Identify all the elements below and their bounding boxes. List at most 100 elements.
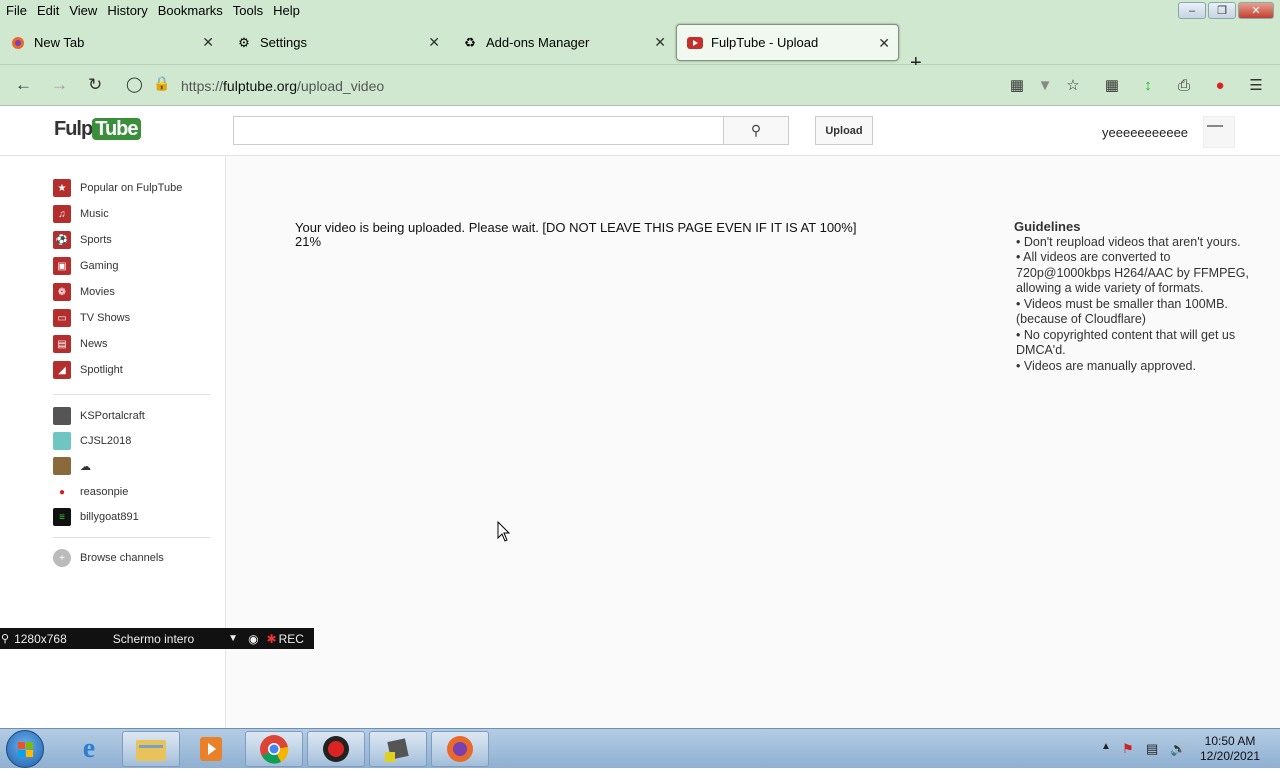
pocket-icon[interactable]: ▼ <box>1036 76 1054 94</box>
plus-icon: + <box>53 549 71 567</box>
fulptube-favicon <box>687 35 703 51</box>
menu-bookmarks[interactable]: Bookmarks <box>158 3 223 18</box>
close-tab-icon[interactable]: ✕ <box>428 34 440 51</box>
close-tab-icon[interactable]: ✕ <box>654 34 666 51</box>
taskbar-media-player[interactable] <box>182 731 240 767</box>
recorder-resolution[interactable]: 1280x768 <box>14 632 67 646</box>
sidebar-item-music[interactable]: ♫ Music <box>53 205 109 223</box>
taskbar-chrome[interactable] <box>245 731 303 767</box>
upload-status: Your video is being uploaded. Please wai… <box>295 221 856 249</box>
sidebar-channel-unnamed[interactable]: ☁ <box>53 457 91 475</box>
channel-avatar <box>53 432 71 450</box>
menu-tools[interactable]: Tools <box>233 3 263 18</box>
taskbar-firefox[interactable] <box>431 731 489 767</box>
taskbar-explorer[interactable] <box>122 731 180 767</box>
gamepad-icon: ▣ <box>53 257 71 275</box>
sidebar-item-sports[interactable]: ⚽ Sports <box>53 231 112 249</box>
logo-text-a: Fulp <box>54 118 93 140</box>
sidebar-item-spotlight[interactable]: ◢ Spotlight <box>53 361 123 379</box>
guidelines-list: Don't reupload videos that aren't yours.… <box>1014 235 1264 375</box>
close-tab-icon[interactable]: ✕ <box>202 34 214 51</box>
tab-new-tab[interactable]: New Tab ✕ <box>0 24 222 61</box>
internet-explorer-icon: e <box>82 733 96 764</box>
printer-icon[interactable]: ⎙ <box>1175 76 1193 94</box>
forward-icon[interactable]: → <box>51 75 68 95</box>
rec-button[interactable]: REC <box>279 632 304 646</box>
sidebar-item-label: reasonpie <box>80 486 129 498</box>
tab-fulptube-upload[interactable]: FulpTube - Upload ✕ <box>676 24 899 61</box>
username[interactable]: yeeeeeeeeeee <box>1102 125 1188 140</box>
sidebar-item-popular[interactable]: ★ Popular on FulpTube <box>53 179 182 197</box>
upload-button[interactable]: Upload <box>815 116 873 145</box>
recorder-app-icon <box>323 736 349 762</box>
menu-edit[interactable]: Edit <box>37 3 59 18</box>
sidebar-channel-cjsl2018[interactable]: CJSL2018 <box>53 432 131 450</box>
extensions-icon[interactable]: ▦ <box>1103 76 1121 94</box>
reload-icon[interactable]: ↻ <box>88 75 102 95</box>
folder-icon <box>136 740 166 761</box>
search-input[interactable] <box>233 116 724 145</box>
tab-bar: New Tab ✕ ⚙ Settings ✕ ♻ Add-ons Manager… <box>0 21 1280 74</box>
show-hidden-icons[interactable]: ▲ <box>1101 741 1111 752</box>
shield-icon[interactable]: ◯ <box>126 75 143 93</box>
minimize-icon: – <box>1188 4 1196 17</box>
guideline-item: Videos are manually approved. <box>1014 359 1264 375</box>
star-icon: ★ <box>53 179 71 197</box>
search-button[interactable]: ⚲ <box>723 116 789 145</box>
tab-settings[interactable]: ⚙ Settings ✕ <box>226 24 448 61</box>
close-tab-icon[interactable]: ✕ <box>878 35 890 52</box>
chrome-icon <box>260 735 289 764</box>
sidebar-item-gaming[interactable]: ▣ Gaming <box>53 257 119 275</box>
sidebar-channel-reasonpie[interactable]: ● reasonpie <box>53 483 128 501</box>
puzzle-icon: ♻ <box>464 34 476 50</box>
gear-icon: ⚙ <box>238 34 250 50</box>
close-window-button[interactable]: ✕ <box>1238 2 1274 19</box>
url-bar[interactable]: https://fulptube.org/upload_video <box>181 78 384 94</box>
tv-icon: ▭ <box>53 309 71 327</box>
camera-icon[interactable]: ◉ <box>248 632 258 646</box>
recorder-mode[interactable]: Schermo intero <box>113 632 194 646</box>
menu-help[interactable]: Help <box>273 3 300 18</box>
avatar[interactable] <box>1203 116 1235 148</box>
dropdown-icon[interactable]: ▼ <box>228 633 238 644</box>
fulptube-logo[interactable]: Fulp Tube <box>54 118 141 141</box>
star-icon[interactable]: ☆ <box>1064 76 1082 94</box>
back-icon[interactable]: ← <box>15 75 32 95</box>
tab-label: New Tab <box>34 35 85 50</box>
tab-addons[interactable]: ♻ Add-ons Manager ✕ <box>452 24 674 61</box>
upload-message: Your video is being uploaded. Please wai… <box>295 220 857 235</box>
taskbar-app[interactable] <box>369 731 427 767</box>
menu-view[interactable]: View <box>69 3 97 18</box>
magnifier-icon: ⚲ <box>1 633 10 645</box>
sidebar-item-news[interactable]: ▤ News <box>53 335 108 353</box>
menu-history[interactable]: History <box>107 3 147 18</box>
taskbar-ie[interactable]: e <box>60 731 118 767</box>
channel-avatar: ● <box>53 483 71 501</box>
sidebar-channel-billygoat891[interactable]: ≡ billygoat891 <box>53 508 139 526</box>
minimize-button[interactable]: – <box>1178 2 1206 19</box>
download-icon[interactable]: ↕ <box>1139 76 1157 94</box>
start-button[interactable] <box>6 730 44 768</box>
maximize-button[interactable]: ❐ <box>1208 2 1236 19</box>
site-header: Fulp Tube ⚲ Upload yeeeeeeeeeee <box>0 106 1280 156</box>
main-content: Your video is being uploaded. Please wai… <box>226 156 1280 728</box>
browse-channels-link[interactable]: + Browse channels <box>53 549 164 567</box>
record-icon[interactable]: ● <box>1211 76 1229 94</box>
tab-label: Add-ons Manager <box>486 35 590 50</box>
logo-text-b: Tube <box>92 118 141 140</box>
menu-file[interactable]: File <box>6 3 27 18</box>
sidebar-channel-ksportalcraft[interactable]: KSPortalcraft <box>53 407 145 425</box>
grid-icon[interactable]: ▦ <box>1008 76 1026 94</box>
sidebar-item-label: CJSL2018 <box>80 435 132 447</box>
hamburger-menu-icon[interactable]: ☰ <box>1247 76 1265 94</box>
network-icon[interactable]: ▤ <box>1146 741 1158 757</box>
lock-icon[interactable]: 🔒 <box>153 75 170 92</box>
sidebar-item-label: Movies <box>80 286 115 298</box>
sidebar-item-movies[interactable]: ❁ Movies <box>53 283 115 301</box>
taskbar-recorder[interactable] <box>307 731 365 767</box>
system-clock[interactable]: 10:50 AM 12/20/2021 <box>1195 734 1265 764</box>
action-center-icon[interactable]: ⚑ <box>1122 741 1134 757</box>
volume-icon[interactable]: 🔊 <box>1170 741 1186 757</box>
sidebar-item-tv-shows[interactable]: ▭ TV Shows <box>53 309 130 327</box>
sidebar-divider <box>53 394 210 395</box>
